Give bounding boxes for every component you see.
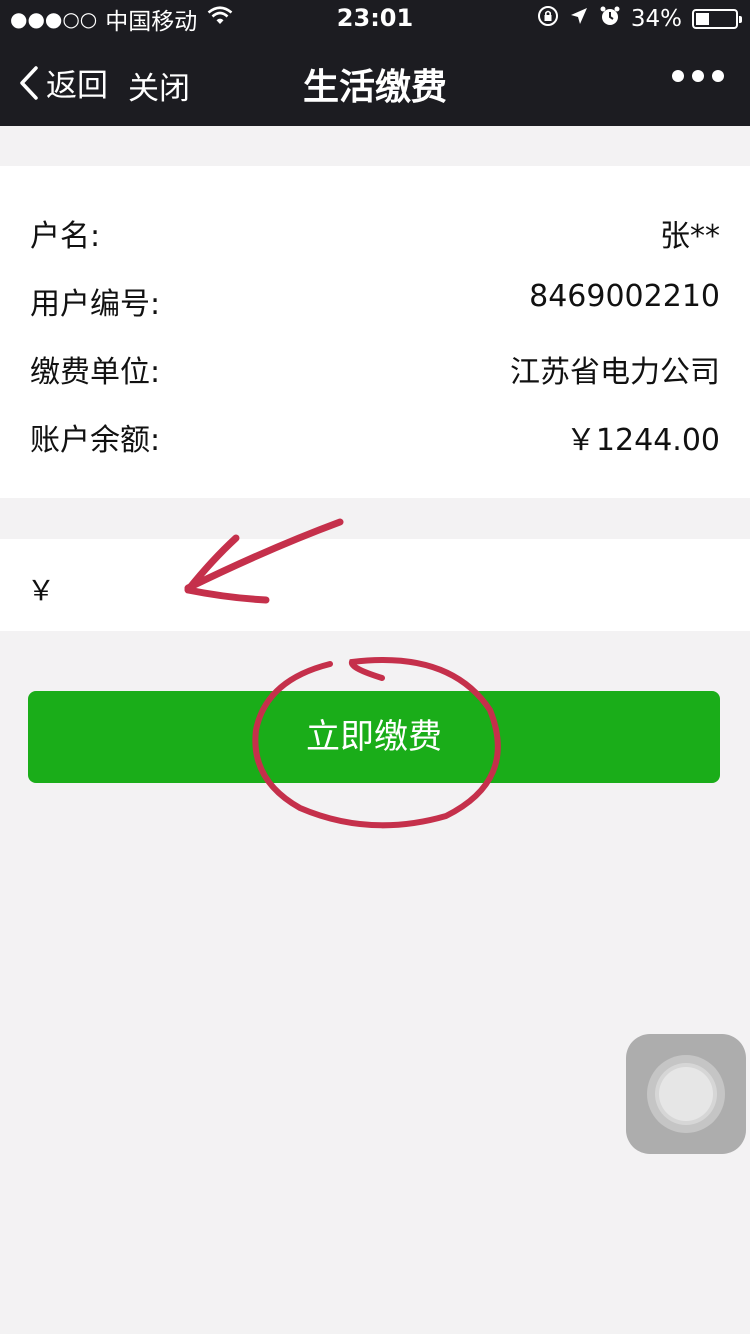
pay-now-button[interactable]: 立即缴费 (28, 691, 720, 783)
info-value: 8469002210 (529, 279, 720, 314)
alarm-icon (599, 5, 621, 33)
status-right: 34% (537, 5, 742, 33)
info-row-account-balance: 账户余额: ￥1244.00 (30, 415, 720, 465)
amount-input[interactable] (60, 563, 704, 609)
account-info-card: 户名: 张** 用户编号: 8469002210 缴费单位: 江苏省电力公司 账… (0, 166, 750, 498)
info-row-payee-company: 缴费单位: 江苏省电力公司 (30, 347, 720, 397)
battery-icon (692, 9, 742, 29)
info-label: 户名: (30, 219, 101, 254)
info-label: 缴费单位: (30, 355, 161, 390)
info-row-account-name: 户名: 张** (30, 211, 720, 261)
info-label: 账户余额: (30, 423, 161, 458)
info-value: 江苏省电力公司 (510, 355, 720, 390)
location-icon (569, 6, 589, 32)
info-value: ￥1244.00 (565, 423, 720, 458)
battery-percent: 34% (630, 6, 682, 32)
info-row-account-number: 用户编号: 8469002210 (30, 279, 720, 329)
navigation-bar: 返回 关闭 生活缴费 (0, 38, 750, 126)
status-bar: ●●●○○ 中国移动 23:01 34% (0, 0, 750, 38)
info-value: 张** (660, 219, 720, 254)
currency-prefix: ￥ (27, 574, 56, 607)
more-dot-icon (692, 70, 704, 82)
info-label: 用户编号: (30, 287, 161, 322)
page-title: 生活缴费 (302, 67, 447, 108)
orientation-lock-icon (537, 5, 559, 33)
assistive-ring-center (659, 1067, 713, 1121)
more-dot-icon (712, 70, 724, 82)
assistive-touch-button[interactable] (626, 1034, 746, 1154)
amount-input-card[interactable]: ￥ (0, 539, 750, 631)
more-dot-icon (672, 70, 684, 82)
more-options-button[interactable] (672, 70, 724, 82)
